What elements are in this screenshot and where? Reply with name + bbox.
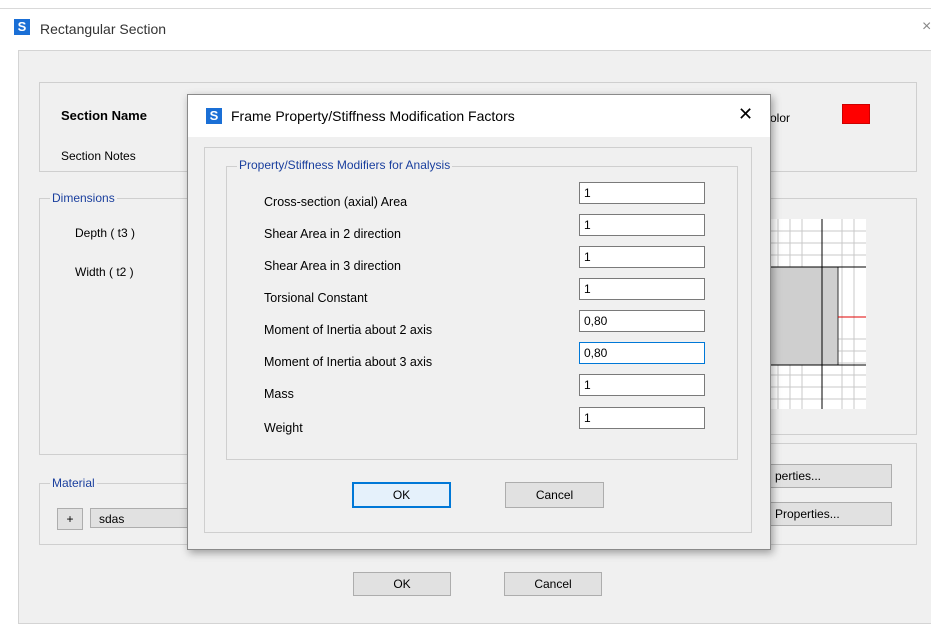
modifiers-dialog: S Frame Property/Stiffness Modification … (187, 94, 771, 550)
window-close-icon[interactable]: × (922, 18, 931, 36)
width-label: Width ( t2 ) (75, 265, 134, 279)
section-preview-panel (749, 198, 917, 435)
app-logo-icon: S (14, 19, 30, 35)
dialog-logo-icon: S (206, 108, 222, 124)
top-border (0, 8, 931, 9)
dialog-title: Frame Property/Stiffness Modification Fa… (231, 108, 515, 124)
modifier-label-inertia2: Moment of Inertia about 2 axis (264, 323, 433, 337)
modifier-label-mass: Mass (264, 387, 294, 401)
depth-label: Depth ( t3 ) (75, 226, 136, 240)
dialog-inner-panel: Property/Stiffness Modifiers for Analysi… (204, 147, 752, 533)
modifier-label-inertia3: Moment of Inertia about 3 axis (264, 355, 433, 369)
modifier-input-weight[interactable] (579, 407, 705, 429)
dialog-titlebar: S Frame Property/Stiffness Modification … (188, 95, 770, 137)
modifier-label-shear3: Shear Area in 3 direction (264, 259, 401, 273)
property-modifiers-button[interactable]: Properties... (760, 502, 892, 526)
display-color-label: olor (770, 111, 791, 125)
modifier-input-inertia2[interactable] (579, 310, 705, 332)
modifiers-group: Property/Stiffness Modifiers for Analysi… (226, 158, 738, 460)
modifier-input-torsion[interactable] (579, 278, 705, 300)
section-preview-graphic (749, 219, 866, 409)
dialog-ok-button[interactable]: OK (352, 482, 451, 508)
modifiers-group-title: Property/Stiffness Modifiers for Analysi… (237, 158, 453, 172)
dialog-cancel-button[interactable]: Cancel (505, 482, 604, 508)
modifier-input-shear2[interactable] (579, 214, 705, 236)
material-title: Material (50, 476, 97, 490)
outer-ok-button[interactable]: OK (353, 572, 451, 596)
section-properties-button[interactable]: perties... (760, 464, 892, 488)
outer-cancel-button[interactable]: Cancel (504, 572, 602, 596)
modifier-label-weight: Weight (264, 421, 303, 435)
modifier-input-area[interactable] (579, 182, 705, 204)
modifier-input-shear3[interactable] (579, 246, 705, 268)
dialog-close-icon[interactable]: ✕ (738, 104, 753, 125)
section-name-label: Section Name (61, 108, 147, 123)
modifier-label-area: Cross-section (axial) Area (264, 195, 408, 209)
modifier-input-inertia3[interactable] (579, 342, 705, 364)
section-notes-label: Section Notes (61, 149, 136, 163)
properties-panel: perties... Properties... (749, 443, 917, 545)
window-title: Rectangular Section (40, 21, 167, 37)
dimensions-title: Dimensions (50, 191, 117, 205)
display-color-swatch[interactable] (842, 104, 870, 124)
modifier-label-shear2: Shear Area in 2 direction (264, 227, 401, 241)
add-material-button[interactable]: + (57, 508, 83, 530)
modifier-input-mass[interactable] (579, 374, 705, 396)
modifier-label-torsion: Torsional Constant (264, 291, 368, 305)
